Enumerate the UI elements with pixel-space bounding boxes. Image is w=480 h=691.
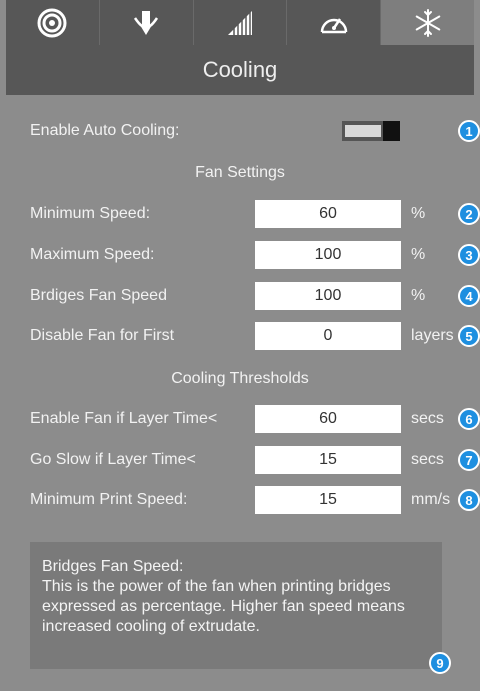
page-header: Cooling (6, 45, 474, 95)
callout-badge-8: 8 (458, 489, 480, 511)
fan-settings-heading: Fan Settings (195, 164, 285, 181)
min-print-speed-label: Minimum Print Speed: (30, 491, 188, 508)
min-print-speed-input[interactable] (255, 486, 401, 514)
go-slow-input[interactable] (255, 446, 401, 474)
cooling-thresholds-heading: Cooling Thresholds (171, 370, 309, 387)
tab-layers[interactable] (6, 0, 100, 45)
disable-first-input[interactable] (255, 322, 401, 350)
callout-badge-6: 6 (458, 408, 480, 430)
toggle-track (345, 125, 381, 137)
callout-badge-7: 7 (458, 449, 480, 471)
callout-badge-3: 3 (458, 244, 480, 266)
nozzle-icon (131, 8, 161, 38)
auto-cooling-toggle[interactable] (342, 121, 400, 141)
tab-bar (6, 0, 474, 45)
tab-speed[interactable] (287, 0, 382, 45)
help-title: Bridges Fan Speed: (42, 558, 184, 575)
toggle-knob[interactable] (383, 121, 400, 141)
disable-first-label: Disable Fan for First (30, 327, 175, 344)
speedometer-icon (318, 8, 350, 38)
help-body: This is the power of the fan when printi… (42, 578, 405, 635)
min-print-speed-unit: mm/s (411, 491, 451, 508)
callout-badge-1: 1 (458, 120, 480, 142)
max-speed-label: Maximum Speed: (30, 246, 155, 263)
tab-extruder[interactable] (99, 0, 194, 45)
auto-cooling-label: Enable Auto Cooling: (30, 122, 180, 139)
min-speed-label: Minimum Speed: (30, 205, 151, 222)
help-panel: Bridges Fan Speed: This is the power of … (30, 542, 442, 669)
callout-badge-2: 2 (458, 203, 480, 225)
min-speed-input[interactable] (255, 200, 401, 228)
disable-first-unit: layers (411, 327, 454, 344)
infill-icon (225, 8, 255, 38)
enable-fan-input[interactable] (255, 405, 401, 433)
tab-cooling[interactable] (381, 0, 474, 45)
enable-fan-unit: secs (411, 410, 444, 427)
page-title: Cooling (202, 57, 278, 82)
enable-fan-label: Enable Fan if Layer Time< (30, 410, 218, 427)
callout-badge-4: 4 (458, 285, 480, 307)
bridges-speed-unit: % (411, 287, 426, 304)
go-slow-unit: secs (411, 451, 444, 468)
max-speed-input[interactable] (255, 241, 401, 269)
go-slow-label: Go Slow if Layer Time< (30, 451, 196, 468)
max-speed-unit: % (411, 246, 426, 263)
bridges-speed-input[interactable] (255, 282, 401, 310)
snowflake-icon (413, 8, 443, 38)
min-speed-unit: % (411, 205, 426, 222)
spiral-icon (37, 8, 67, 38)
bridges-speed-label: Brdiges Fan Speed (30, 287, 167, 304)
callout-badge-5: 5 (458, 325, 480, 347)
tab-infill[interactable] (193, 0, 288, 45)
callout-badge-9: 9 (429, 652, 451, 674)
